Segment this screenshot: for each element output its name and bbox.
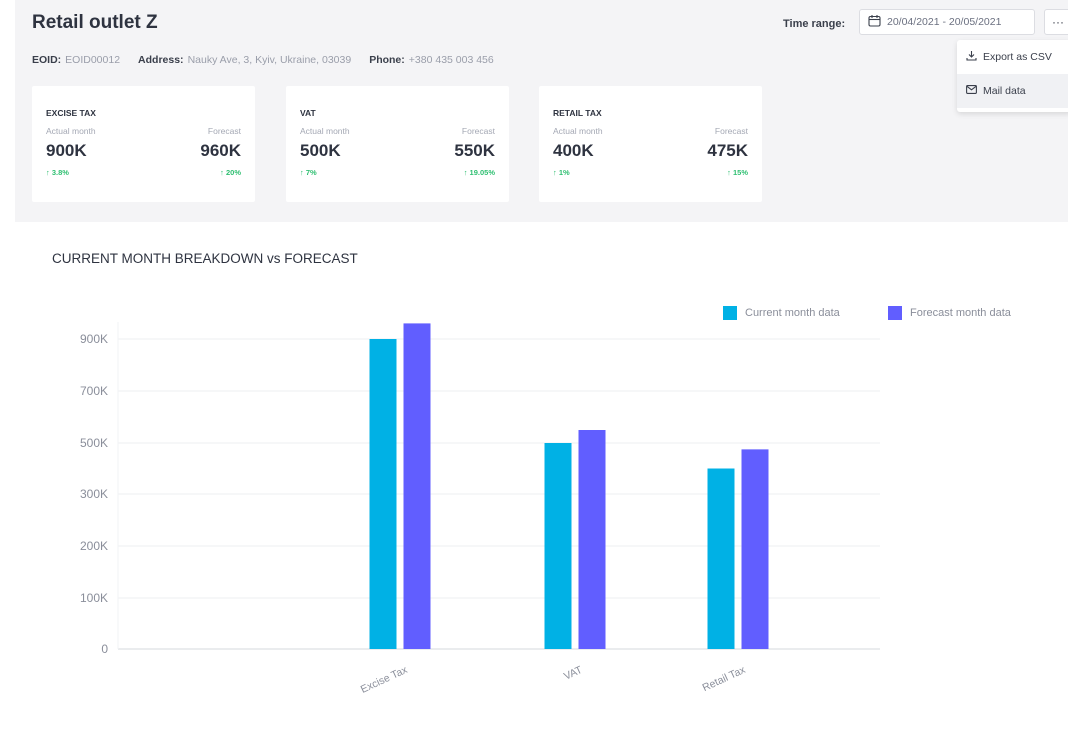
y-tick-label: 100K: [80, 591, 108, 605]
y-tick-label: 200K: [80, 539, 108, 553]
bar-current: [544, 443, 572, 649]
y-tick-label: 900K: [80, 332, 108, 346]
bar-forecast: [578, 430, 606, 649]
bar-forecast: [403, 323, 431, 649]
bar-current: [707, 468, 735, 649]
x-tick-label: Retail Tax: [701, 664, 748, 695]
y-tick-label: 500K: [80, 436, 108, 450]
y-tick-label: 0: [101, 642, 108, 656]
x-tick-label: Excise Tax: [359, 664, 410, 696]
bar-forecast: [741, 449, 769, 649]
y-tick-label: 700K: [80, 384, 108, 398]
x-tick-label: VAT: [562, 664, 585, 683]
bar-chart: 0 100K 200K 300K 500K 700K 900K Excise Tax VAT Re…: [80, 322, 880, 696]
y-tick-label: 300K: [80, 487, 108, 501]
bar-current: [369, 339, 397, 649]
